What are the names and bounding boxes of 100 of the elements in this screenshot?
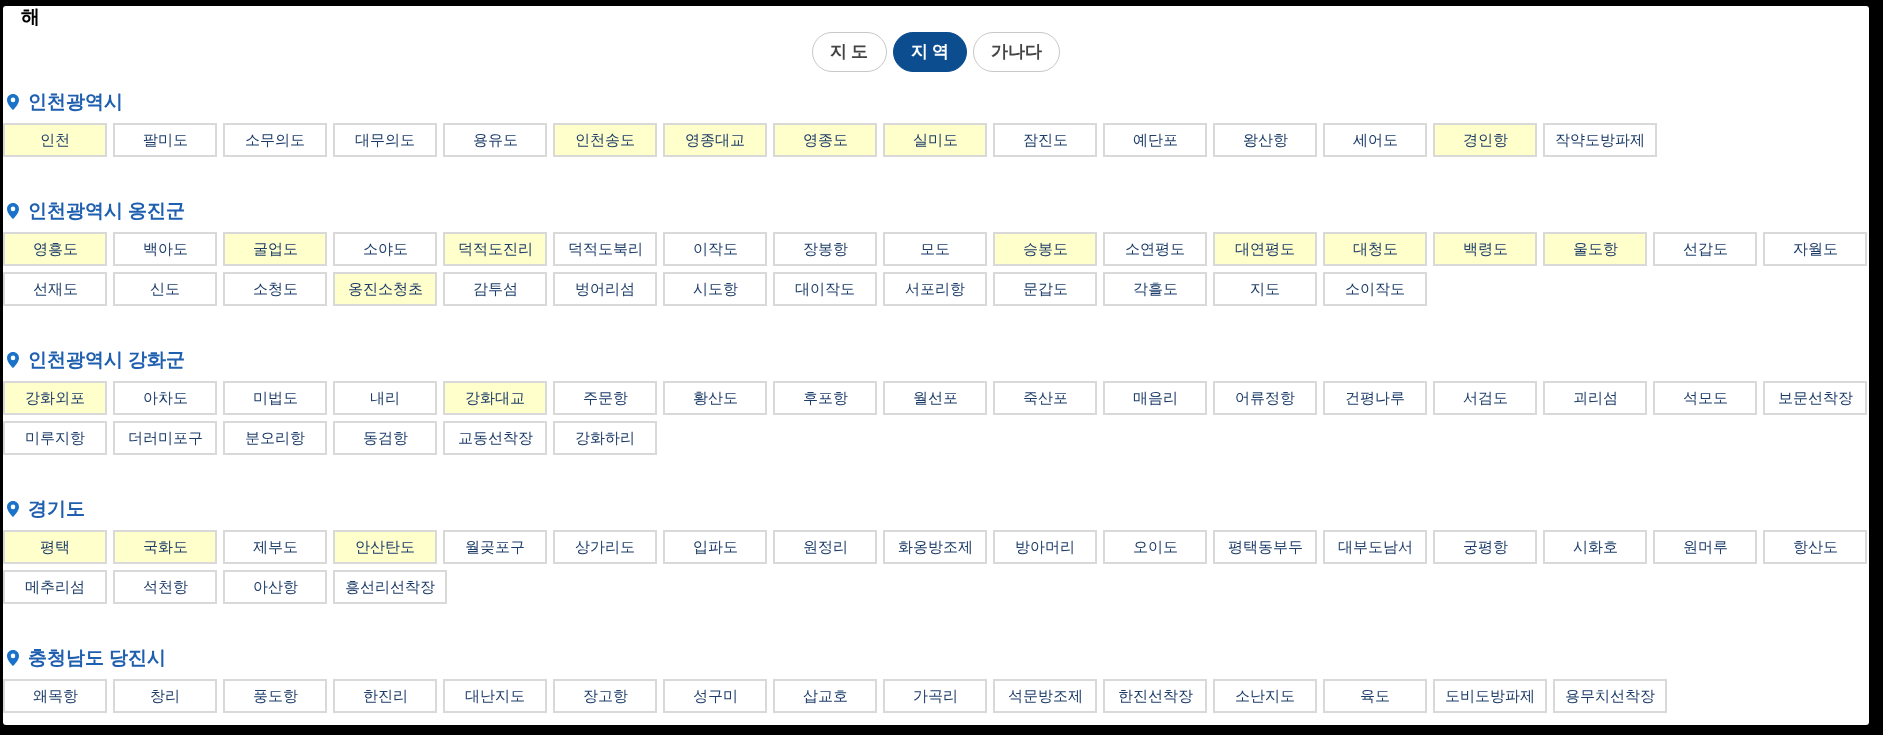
place-button[interactable]: 예단포 [1103, 123, 1207, 157]
place-button[interactable]: 평택 [3, 530, 107, 564]
place-button[interactable]: 한진리 [333, 679, 437, 713]
place-button[interactable]: 지도 [1213, 272, 1317, 306]
place-button[interactable]: 석천항 [113, 570, 217, 604]
place-button[interactable]: 소청도 [223, 272, 327, 306]
place-button[interactable]: 소야도 [333, 232, 437, 266]
place-button[interactable]: 더러미포구 [113, 421, 217, 455]
place-button[interactable]: 감투섬 [443, 272, 547, 306]
place-button[interactable]: 흥선리선착장 [333, 570, 447, 604]
place-button[interactable]: 시화호 [1543, 530, 1647, 564]
place-button[interactable]: 황산도 [663, 381, 767, 415]
place-button[interactable]: 옹진소청초 [333, 272, 437, 306]
place-button[interactable]: 메추리섬 [3, 570, 107, 604]
place-button[interactable]: 원머루 [1653, 530, 1757, 564]
place-button[interactable]: 왕산항 [1213, 123, 1317, 157]
place-button[interactable]: 풍도항 [223, 679, 327, 713]
place-button[interactable]: 용유도 [443, 123, 547, 157]
place-button[interactable]: 석모도 [1653, 381, 1757, 415]
place-button[interactable]: 가곡리 [883, 679, 987, 713]
place-button[interactable]: 인천 [3, 123, 107, 157]
place-button[interactable]: 대난지도 [443, 679, 547, 713]
place-button[interactable]: 장봉항 [773, 232, 877, 266]
place-button[interactable]: 주문항 [553, 381, 657, 415]
place-button[interactable]: 왜목항 [3, 679, 107, 713]
place-button[interactable]: 항산도 [1763, 530, 1867, 564]
place-button[interactable]: 팔미도 [113, 123, 217, 157]
place-button[interactable]: 모도 [883, 232, 987, 266]
view-tab[interactable]: 지 도 [811, 32, 887, 72]
place-button[interactable]: 상가리도 [553, 530, 657, 564]
place-button[interactable]: 영종도 [773, 123, 877, 157]
place-button[interactable]: 작약도방파제 [1543, 123, 1657, 157]
place-button[interactable]: 도비도방파제 [1433, 679, 1547, 713]
place-button[interactable]: 화옹방조제 [883, 530, 987, 564]
place-button[interactable]: 영흥도 [3, 232, 107, 266]
place-button[interactable]: 용무치선착장 [1553, 679, 1667, 713]
place-button[interactable]: 잠진도 [993, 123, 1097, 157]
place-button[interactable]: 덕적도북리 [553, 232, 657, 266]
place-button[interactable]: 실미도 [883, 123, 987, 157]
place-button[interactable]: 대부도남서 [1323, 530, 1427, 564]
place-button[interactable]: 강화대교 [443, 381, 547, 415]
place-button[interactable]: 창리 [113, 679, 217, 713]
place-button[interactable]: 이작도 [663, 232, 767, 266]
place-button[interactable]: 서포리항 [883, 272, 987, 306]
place-button[interactable]: 내리 [333, 381, 437, 415]
place-button[interactable]: 평택동부두 [1213, 530, 1317, 564]
place-button[interactable]: 울도항 [1543, 232, 1647, 266]
place-button[interactable]: 선갑도 [1653, 232, 1757, 266]
place-button[interactable]: 시도항 [663, 272, 767, 306]
place-button[interactable]: 육도 [1323, 679, 1427, 713]
place-button[interactable]: 백령도 [1433, 232, 1537, 266]
place-button[interactable]: 보문선착장 [1763, 381, 1867, 415]
place-button[interactable]: 소이작도 [1323, 272, 1427, 306]
place-button[interactable]: 각흘도 [1103, 272, 1207, 306]
place-button[interactable]: 강화외포 [3, 381, 107, 415]
place-button[interactable]: 미법도 [223, 381, 327, 415]
place-button[interactable]: 미루지항 [3, 421, 107, 455]
place-button[interactable]: 경인항 [1433, 123, 1537, 157]
place-button[interactable]: 소연평도 [1103, 232, 1207, 266]
place-button[interactable]: 오이도 [1103, 530, 1207, 564]
place-button[interactable]: 장고항 [553, 679, 657, 713]
place-button[interactable]: 궁평항 [1433, 530, 1537, 564]
place-button[interactable]: 인천송도 [553, 123, 657, 157]
place-button[interactable]: 대이작도 [773, 272, 877, 306]
place-button[interactable]: 교동선착장 [443, 421, 547, 455]
place-button[interactable]: 소난지도 [1213, 679, 1317, 713]
place-button[interactable]: 성구미 [663, 679, 767, 713]
place-button[interactable]: 승봉도 [993, 232, 1097, 266]
place-button[interactable]: 덕적도진리 [443, 232, 547, 266]
place-button[interactable]: 방아머리 [993, 530, 1097, 564]
place-button[interactable]: 매음리 [1103, 381, 1207, 415]
place-button[interactable]: 제부도 [223, 530, 327, 564]
view-tab[interactable]: 가나다 [973, 32, 1061, 72]
place-button[interactable]: 서검도 [1433, 381, 1537, 415]
place-button[interactable]: 신도 [113, 272, 217, 306]
place-button[interactable]: 대무의도 [333, 123, 437, 157]
place-button[interactable]: 소무의도 [223, 123, 327, 157]
place-button[interactable]: 후포항 [773, 381, 877, 415]
place-button[interactable]: 영종대교 [663, 123, 767, 157]
place-button[interactable]: 강화하리 [553, 421, 657, 455]
place-button[interactable]: 월곶포구 [443, 530, 547, 564]
place-button[interactable]: 국화도 [113, 530, 217, 564]
place-button[interactable]: 백아도 [113, 232, 217, 266]
place-button[interactable]: 건평나루 [1323, 381, 1427, 415]
place-button[interactable]: 죽산포 [993, 381, 1097, 415]
place-button[interactable]: 아산항 [223, 570, 327, 604]
place-button[interactable]: 한진선착장 [1103, 679, 1207, 713]
place-button[interactable]: 석문방조제 [993, 679, 1097, 713]
place-button[interactable]: 벙어리섬 [553, 272, 657, 306]
place-button[interactable]: 자월도 [1763, 232, 1867, 266]
place-button[interactable]: 세어도 [1323, 123, 1427, 157]
place-button[interactable]: 대청도 [1323, 232, 1427, 266]
place-button[interactable]: 문갑도 [993, 272, 1097, 306]
place-button[interactable]: 원정리 [773, 530, 877, 564]
place-button[interactable]: 괴리섬 [1543, 381, 1647, 415]
place-button[interactable]: 월선포 [883, 381, 987, 415]
place-button[interactable]: 삽교호 [773, 679, 877, 713]
place-button[interactable]: 안산탄도 [333, 530, 437, 564]
place-button[interactable]: 입파도 [663, 530, 767, 564]
view-tab[interactable]: 지 역 [892, 32, 968, 72]
